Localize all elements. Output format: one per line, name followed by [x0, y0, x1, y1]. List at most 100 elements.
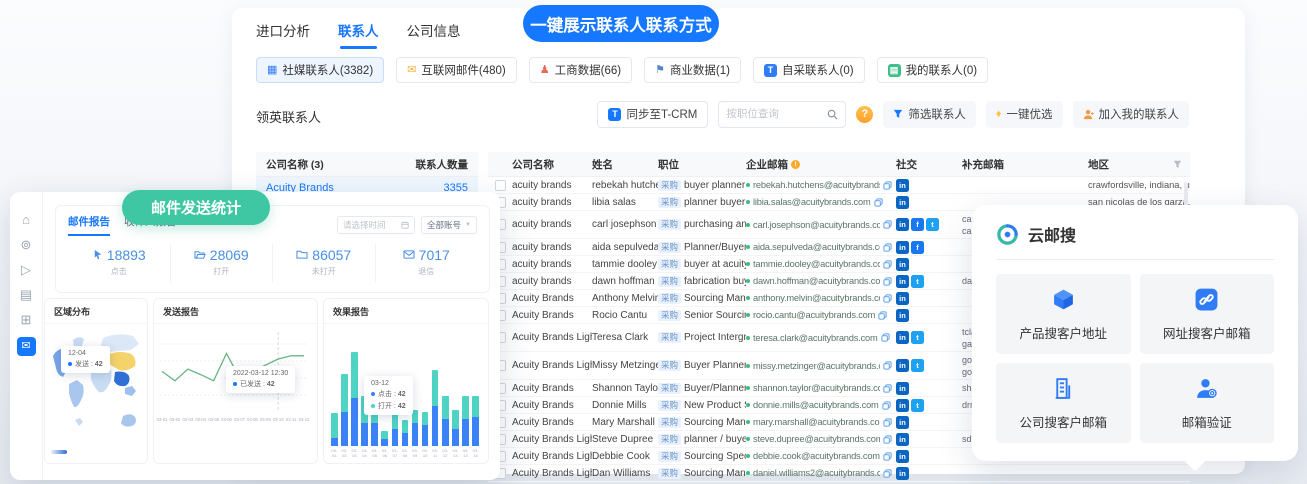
- contacts-icon[interactable]: ⊚: [18, 237, 34, 253]
- one-click-select-button[interactable]: ♦ 一键优选: [986, 101, 1063, 128]
- cases-icon[interactable]: ▤: [18, 287, 34, 303]
- purchase-tag: 采购: [658, 276, 681, 287]
- cell-title: 采购Buyer/Planner: [658, 383, 746, 394]
- cell-name: Teresa Clark: [592, 332, 658, 343]
- copy-icon[interactable]: [883, 469, 892, 478]
- copy-icon[interactable]: [883, 243, 892, 252]
- cloud-item-网址搜客户邮箱[interactable]: 网址搜客户邮箱: [1140, 274, 1275, 354]
- home-icon[interactable]: ⌂: [18, 212, 34, 228]
- linkedin-icon[interactable]: in: [896, 467, 909, 480]
- divider: [996, 259, 1274, 260]
- copy-icon[interactable]: [881, 333, 890, 342]
- business-registry-chip[interactable]: ♟工商数据(66): [529, 57, 632, 83]
- copy-icon[interactable]: [883, 452, 892, 461]
- cell-name: Rocio Cantu: [592, 310, 658, 321]
- stacked-bar: [432, 370, 439, 446]
- chip-label: 社媒联系人(3382): [282, 62, 373, 78]
- linkedin-icon[interactable]: in: [896, 241, 909, 254]
- cube-icon: [1051, 287, 1076, 315]
- tab-联系人[interactable]: 联系人: [338, 20, 379, 49]
- title-text: Sourcing Specialist: [684, 451, 746, 462]
- linkedin-icon[interactable]: in: [896, 399, 909, 412]
- line-tooltip: 2022-03-12 12:30已发送 : 42: [226, 366, 295, 393]
- date-range-picker[interactable]: [337, 216, 415, 234]
- linkedin-icon[interactable]: in: [896, 218, 909, 231]
- facebook-icon[interactable]: f: [911, 218, 924, 231]
- valid-dot: [746, 386, 750, 390]
- valid-dot: [746, 245, 750, 249]
- search-icon[interactable]: [827, 109, 838, 120]
- copy-icon[interactable]: [883, 181, 892, 190]
- click-icon: [92, 247, 103, 263]
- copy-icon[interactable]: [883, 260, 892, 269]
- twitter-icon[interactable]: t: [911, 275, 924, 288]
- docs-icon[interactable]: ⊞: [18, 312, 34, 328]
- cell-company: Acuity Brands Lighting: [512, 468, 592, 479]
- cell-region: crawfordsville, indiana, united states: [1088, 180, 1190, 190]
- linkedin-icon[interactable]: in: [896, 309, 909, 322]
- copy-icon[interactable]: [883, 294, 892, 303]
- commerce-data-chip[interactable]: ⚑商业数据(1): [644, 57, 741, 83]
- social-grid-chip[interactable]: ▦ 社媒联系人(3382): [256, 57, 384, 83]
- cell-title: 采购planner buyer: [658, 197, 746, 208]
- self-collected-chip[interactable]: T自采联系人(0): [753, 57, 865, 83]
- stat-value-row: 7017: [403, 247, 450, 263]
- cloud-item-产品搜客户地址[interactable]: 产品搜客户地址: [996, 274, 1131, 354]
- email-stats-window: ⌂⊚▷▤⊞✉ 邮件报告收件人报告 全部账号 ▼ 18893点击28069打开86…: [10, 192, 500, 480]
- stats-tab-邮件报告[interactable]: 邮件报告: [68, 214, 110, 236]
- internet-mail-chip[interactable]: ✉互联网邮件(480): [396, 57, 517, 83]
- copy-icon[interactable]: [878, 311, 887, 320]
- twitter-icon[interactable]: t: [911, 331, 924, 344]
- row-checkbox[interactable]: [495, 180, 506, 191]
- linkedin-icon[interactable]: in: [896, 359, 909, 372]
- linkedin-icon[interactable]: in: [896, 196, 909, 209]
- callout-contact-methods: 一键展示联系人联系方式: [523, 5, 719, 42]
- linkedin-icon[interactable]: in: [896, 416, 909, 429]
- linkedin-icon[interactable]: in: [896, 258, 909, 271]
- date-input[interactable]: [343, 220, 397, 230]
- linkedin-icon[interactable]: in: [896, 382, 909, 395]
- twitter-icon[interactable]: t: [926, 218, 939, 231]
- send-icon[interactable]: ▷: [18, 262, 34, 278]
- cell-social: int: [896, 331, 962, 344]
- region-filter-icon[interactable]: [1173, 160, 1182, 169]
- cell-name: carl josephson: [592, 219, 658, 230]
- linkedin-icon[interactable]: in: [896, 433, 909, 446]
- tab-公司信息[interactable]: 公司信息: [407, 20, 461, 49]
- bar-x-label: 03-05: [371, 448, 378, 458]
- twitter-icon[interactable]: t: [911, 359, 924, 372]
- sync-tcrm-button[interactable]: T 同步至T-CRM: [597, 101, 708, 128]
- filter-contacts-button[interactable]: 筛选联系人: [883, 101, 976, 128]
- account-select[interactable]: 全部账号 ▼: [421, 216, 477, 234]
- linkedin-icon[interactable]: in: [896, 450, 909, 463]
- copy-icon[interactable]: [883, 361, 892, 370]
- linkedin-icon[interactable]: in: [896, 292, 909, 305]
- cell-company: acuity brands: [512, 242, 592, 253]
- twitter-icon[interactable]: t: [911, 399, 924, 412]
- mail-icon[interactable]: ✉: [17, 337, 36, 356]
- linkedin-icon[interactable]: in: [896, 275, 909, 288]
- coin-icon[interactable]: ?: [856, 106, 873, 123]
- svg-text:03-05: 03-05: [208, 417, 219, 422]
- cloud-item-邮箱验证[interactable]: 邮箱验证: [1140, 363, 1275, 443]
- my-contacts-chip[interactable]: ▤我的联系人(0): [877, 57, 989, 83]
- facebook-icon[interactable]: f: [911, 241, 924, 254]
- social-grid-icon: ▦: [267, 65, 277, 76]
- tab-进口分析[interactable]: 进口分析: [256, 20, 310, 49]
- copy-icon[interactable]: [883, 435, 892, 444]
- add-to-my-contacts-button[interactable]: 加入我的联系人: [1073, 101, 1190, 128]
- cell-name: tammie dooley: [592, 259, 658, 270]
- copy-icon[interactable]: [883, 384, 892, 393]
- stacked-bar: [331, 413, 338, 446]
- linkedin-icon[interactable]: in: [896, 331, 909, 344]
- copy-icon[interactable]: [883, 418, 892, 427]
- search-input[interactable]: [726, 108, 823, 120]
- copy-icon[interactable]: [882, 401, 891, 410]
- copy-icon[interactable]: [874, 198, 883, 207]
- purchase-tag: 采购: [658, 383, 681, 394]
- copy-icon[interactable]: [883, 220, 892, 229]
- cloud-item-公司搜客户邮箱[interactable]: 公司搜客户邮箱: [996, 363, 1131, 443]
- cell-title: 采购buyer at acuity bran: [658, 259, 746, 270]
- linkedin-icon[interactable]: in: [896, 179, 909, 192]
- copy-icon[interactable]: [883, 277, 892, 286]
